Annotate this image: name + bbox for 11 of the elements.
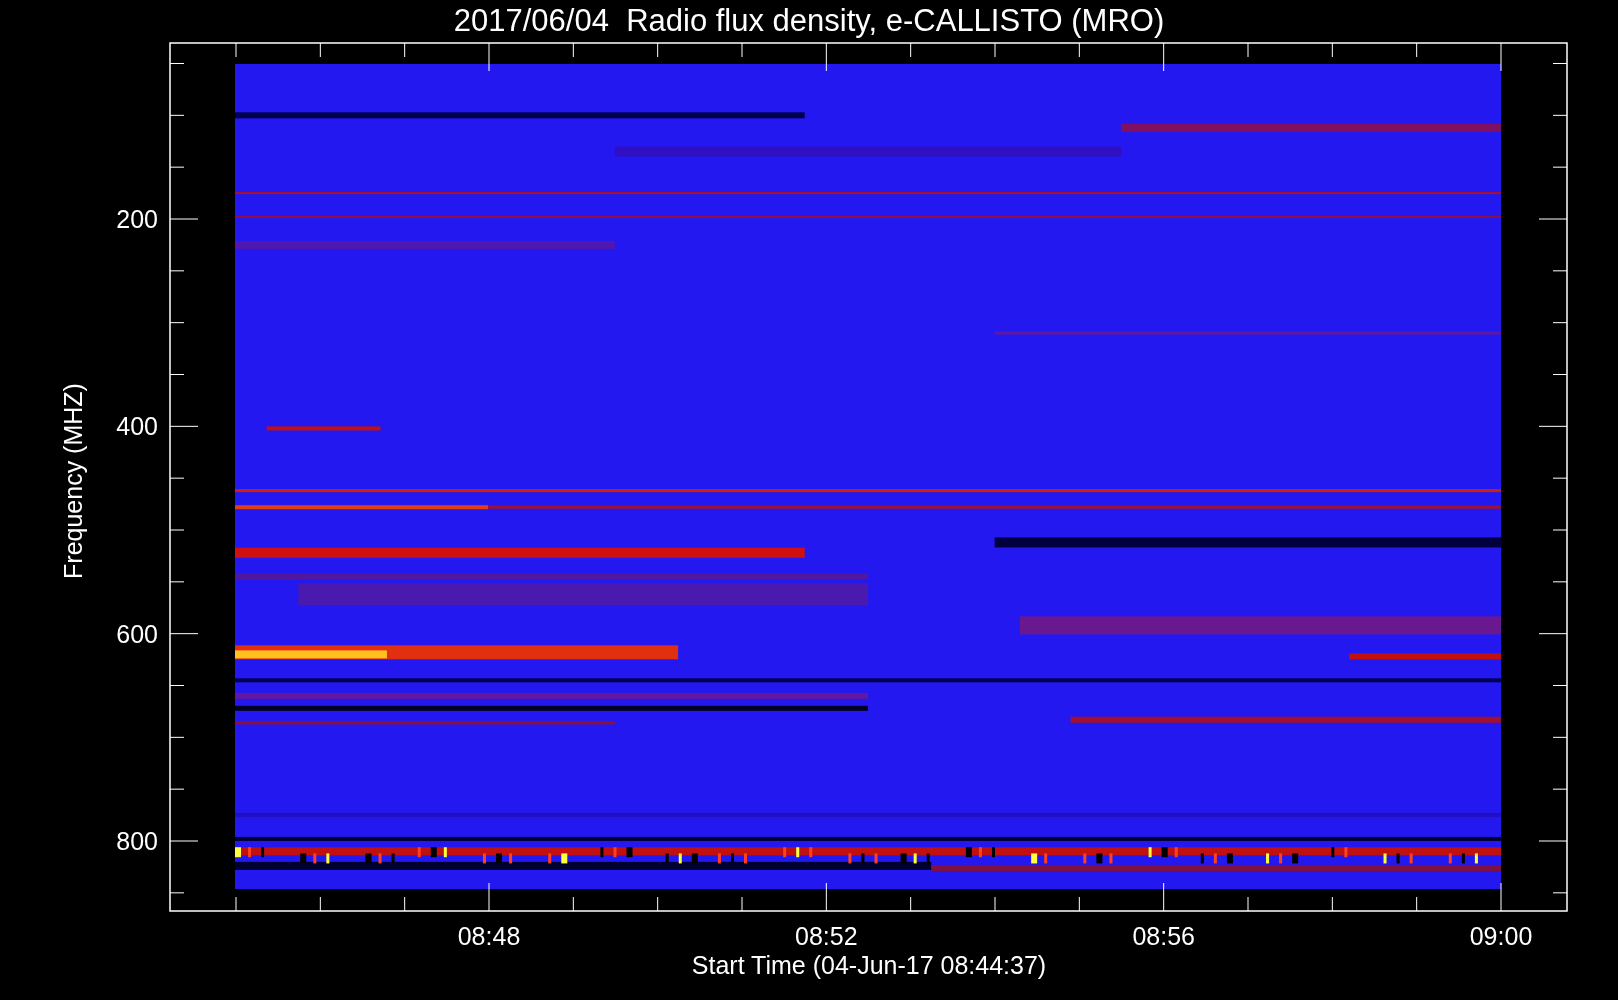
x-tick-label: 08:56 — [1132, 922, 1195, 950]
x-tick-label: 08:52 — [795, 922, 858, 950]
y-tick-label: 400 — [116, 412, 158, 441]
y-tick-label: 200 — [116, 205, 158, 233]
x-axis-label: Start Time (04-Jun-17 08:44:37) — [691, 951, 1047, 979]
y-axis-label: Frequency (MHZ) — [59, 383, 87, 579]
x-tick-label: 09:00 — [1469, 922, 1533, 950]
chart-title: 2017/06/04 Radio flux density, e-CALLISTO (MRO) — [453, 3, 1165, 38]
y-tick-label: 600 — [116, 619, 158, 648]
y-tick-label: 800 — [116, 827, 158, 855]
x-tick-label: 08:48 — [457, 922, 521, 950]
